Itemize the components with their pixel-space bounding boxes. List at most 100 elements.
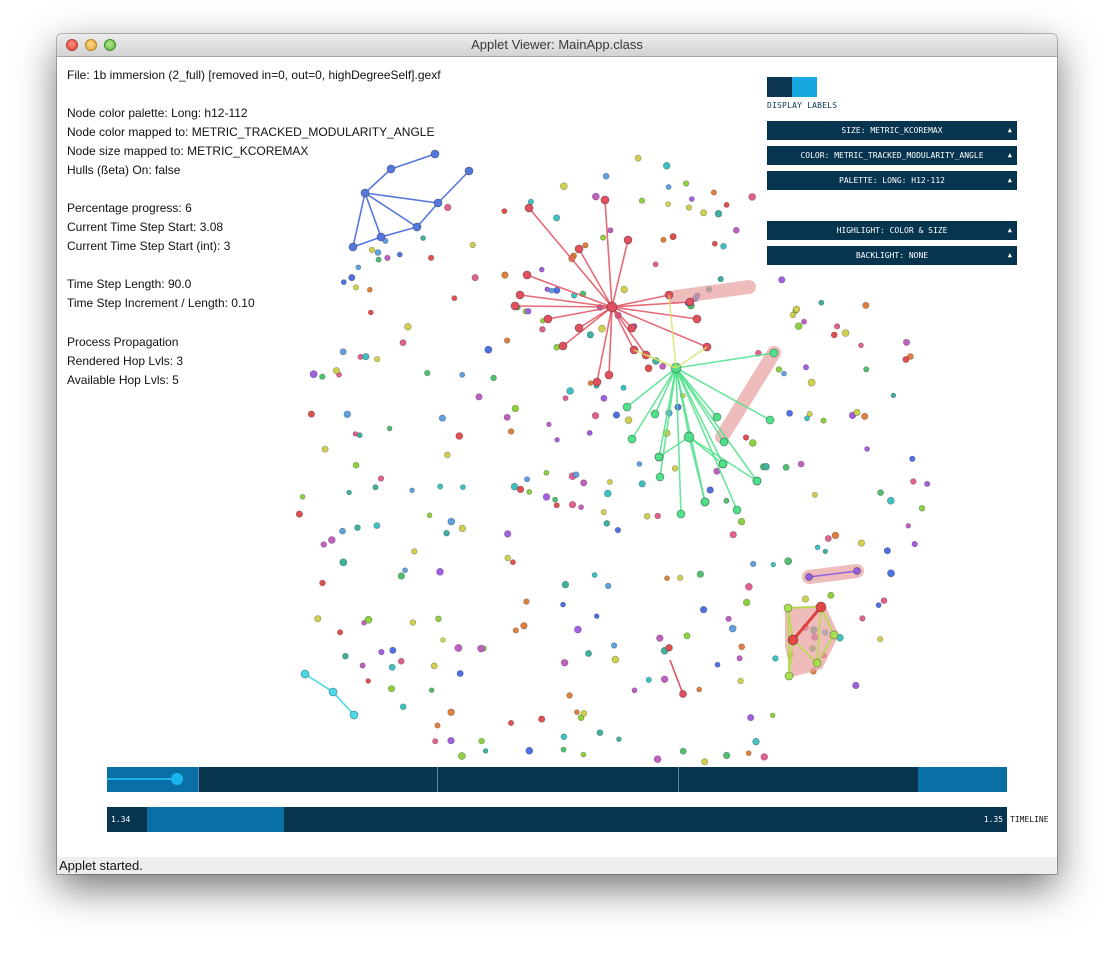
blue-cluster-edge [364,168,392,194]
graph-node [411,548,418,555]
graph-node [477,644,485,653]
graph-node [737,517,746,526]
graph-node [319,579,326,587]
graph-node [332,367,340,375]
red-cluster-edge [578,248,613,308]
display-labels-on-segment[interactable] [792,77,817,97]
display-labels-toggle[interactable] [767,77,817,97]
graph-node [337,629,344,636]
graph-node [723,751,731,760]
graph-node [679,747,687,755]
blue-cluster-edge [364,192,418,228]
knot-node [815,601,827,613]
graph-node [320,541,327,548]
red-cluster-node [543,314,553,324]
red-cluster-node [692,314,702,324]
green-cluster-node [676,509,686,519]
green-cluster-node [752,476,762,486]
graph-node [877,636,884,643]
graph-node [343,410,351,418]
graph-node [886,496,895,505]
graph-node [742,598,751,607]
slider-divider [198,767,199,792]
knot-node [783,603,793,613]
graph-node [747,714,755,722]
graph-node [434,722,441,729]
graph-node [614,527,622,534]
display-labels-off-segment[interactable] [767,77,792,97]
graph-node [711,240,718,247]
graph-node [455,432,464,440]
graph-node [424,370,431,377]
graph-node [342,652,349,660]
graph-node [861,412,869,420]
graph-node [580,710,588,717]
blue-cluster-edge [416,202,439,228]
graph-node [736,655,743,662]
graph-node [352,431,359,437]
graph-node [669,233,677,241]
graph-node [701,758,709,766]
graph-node [367,309,374,316]
graph-node [645,676,652,683]
timeline-start-value: 1.34 [111,815,131,824]
blue-cluster-edge [364,192,382,238]
blue-cluster-edge [380,226,418,238]
blue-cluster-node [376,232,386,242]
graph-node [509,559,516,566]
graph-node [801,595,810,603]
graph-node [596,729,604,737]
cyan-chain-node [300,669,310,679]
graph-node [591,572,598,578]
graph-node [482,748,489,754]
graph-node [586,429,593,436]
knot-node [787,634,799,646]
graph-node [574,625,582,634]
graph-node [378,648,385,656]
graph-node [327,536,336,544]
graph-node [644,364,653,373]
size-dropdown-label: SIZE: METRIC_KCOREMAX [841,126,943,135]
blue-cluster-edge [364,192,439,204]
graph-node [699,606,708,614]
caret-up-icon: ▲ [1007,151,1012,159]
graph-node [430,662,438,670]
graph-node [723,497,730,504]
graph-node [603,489,612,498]
progress-info: Percentage progress: 6 [67,201,192,215]
graph-node [560,733,568,741]
graph-node [786,409,793,417]
timeline-bar[interactable]: 1.34 1.35 [107,807,1007,832]
graph-node [789,311,797,319]
slider-handle[interactable] [171,773,183,785]
red-cluster-node [524,203,534,213]
red-cluster-node [600,195,610,205]
graph-node [607,479,613,485]
applet-canvas[interactable]: File: 1b immersion (2_full) [removed in=… [57,57,1057,857]
red-cluster-node [604,370,614,380]
graph-node [389,646,397,654]
backlight-dropdown[interactable]: BACKLIGHT: NONE ▲ [767,246,1017,265]
graph-node [566,692,573,699]
graph-node [559,182,568,191]
graph-node [616,736,622,742]
blue-cluster-edge [390,153,436,170]
graph-node [388,663,396,671]
red-cluster-node [515,290,525,300]
graph-node [769,712,776,719]
highlight-dropdown[interactable]: HIGHLIGHT: COLOR & SIZE ▲ [767,221,1017,240]
time-step-start-info: Current Time Step Start: 3.08 [67,220,224,234]
purple-pair-node [805,573,813,581]
graph-node [501,208,508,214]
size-dropdown[interactable]: SIZE: METRIC_KCOREMAX ▲ [767,121,1017,140]
graph-node [620,285,628,294]
red-cluster-node [574,323,584,333]
timeline-selection[interactable] [147,807,284,832]
graph-node [397,572,406,580]
blue-cluster-node [433,198,443,208]
palette-dropdown[interactable]: PALETTE: LONG: H12-112 ▲ [767,171,1017,190]
time-step-slider[interactable] [107,767,1007,792]
red-cluster-edge [604,199,613,308]
color-dropdown[interactable]: COLOR: METRIC_TRACKED_MODULARITY_ANGLE ▲ [767,146,1017,165]
slider-divider [437,767,438,792]
